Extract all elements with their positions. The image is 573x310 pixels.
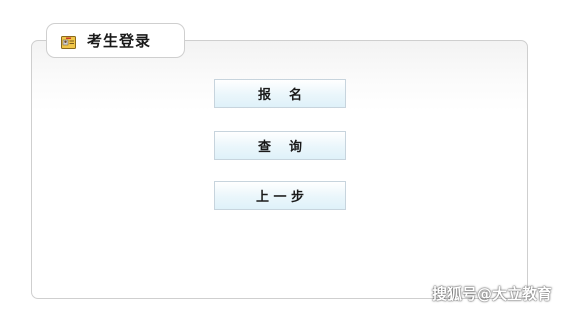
previous-step-button[interactable]: 上 一 步: [214, 181, 346, 210]
page-title: 考生登录: [87, 32, 152, 50]
register-button[interactable]: 报 名: [214, 79, 346, 108]
panel-tab: 考生登录: [46, 23, 185, 58]
watermark: 搜狐号@大立教育: [432, 285, 553, 303]
query-button[interactable]: 查 询: [214, 131, 346, 160]
id-card-icon: [61, 34, 76, 49]
page: 考生登录 报 名 查 询 上 一 步 搜狐号@大立教育: [0, 0, 573, 310]
